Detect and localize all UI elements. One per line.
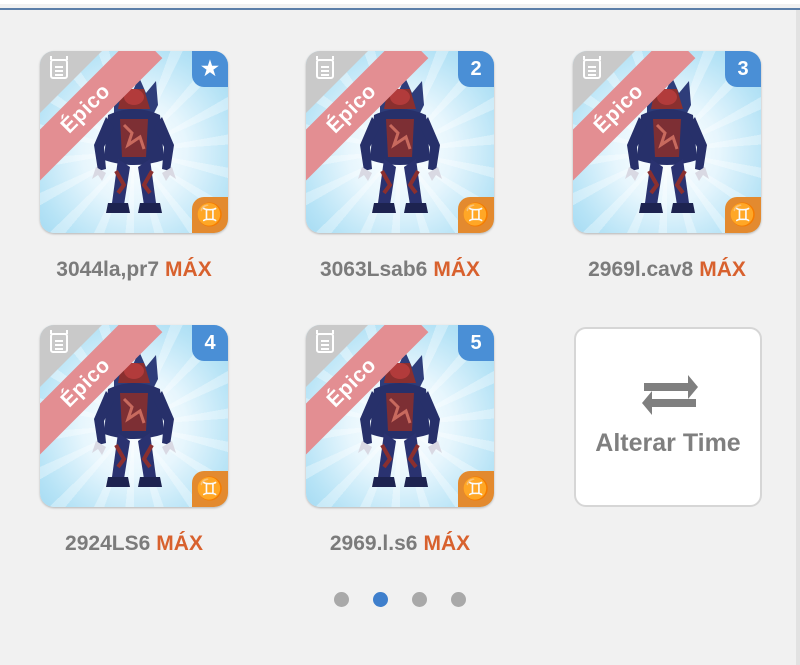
monster-id: 3044la,pr7 — [56, 258, 160, 281]
level-max-label: MÁX — [433, 258, 481, 281]
element-icon: ♊ — [192, 471, 228, 507]
pagination-dots — [0, 592, 800, 607]
scroll-edge — [796, 10, 800, 665]
element-icon: ♊ — [458, 197, 494, 233]
level-max-label: MÁX — [165, 258, 212, 281]
page-dot-3[interactable] — [412, 592, 427, 607]
slot-badge: 2 — [458, 51, 494, 87]
page-dot-4[interactable] — [451, 592, 466, 607]
level-max-label: MÁX — [156, 532, 203, 555]
change-team-label: Alterar Time — [595, 429, 741, 457]
monster-name: 2969.l.s6 MÁX — [270, 532, 530, 556]
notes-icon[interactable] — [316, 56, 334, 79]
page-dot-2[interactable] — [373, 592, 388, 607]
monster-card[interactable]: Épico 4 ♊ — [40, 325, 228, 507]
element-icon: ♊ — [725, 197, 761, 233]
level-max-label: MÁX — [699, 258, 746, 281]
monster-card[interactable]: Épico 5 ♊ — [306, 325, 494, 507]
page-dot-1[interactable] — [334, 592, 349, 607]
slot-badge: 5 — [458, 325, 494, 361]
notes-icon[interactable] — [316, 330, 334, 353]
notes-icon[interactable] — [50, 56, 68, 79]
slot-badge: 4 — [192, 325, 228, 361]
header-divider — [0, 0, 800, 10]
monster-card[interactable]: Épico 3 ♊ — [573, 51, 761, 233]
element-icon: ♊ — [458, 471, 494, 507]
swap-arrows-icon — [642, 375, 698, 415]
monster-name: 2969l.cav8 MÁX — [537, 258, 797, 282]
monster-id: 2969l.cav8 — [588, 258, 694, 281]
level-max-label: MÁX — [423, 532, 471, 555]
monster-id: 3063Lsab6 — [319, 258, 428, 281]
monster-name: 3044la,pr7 MÁX — [4, 258, 264, 282]
monster-id: 2969.l.s6 — [329, 532, 418, 555]
notes-icon[interactable] — [50, 330, 68, 353]
monster-card[interactable]: Épico 2 ♊ — [306, 51, 494, 233]
notes-icon[interactable] — [583, 56, 601, 79]
element-icon: ♊ — [192, 197, 228, 233]
monster-name: 2924LS6 MÁX — [4, 532, 264, 556]
slot-badge: ★ — [192, 51, 228, 87]
monster-name: 3063Lsab6 MÁX — [270, 258, 530, 282]
slot-badge: 3 — [725, 51, 761, 87]
monster-card[interactable]: Épico ★ ♊ — [40, 51, 228, 233]
change-team-button[interactable]: Alterar Time — [574, 327, 762, 507]
monster-id: 2924LS6 — [65, 532, 151, 555]
